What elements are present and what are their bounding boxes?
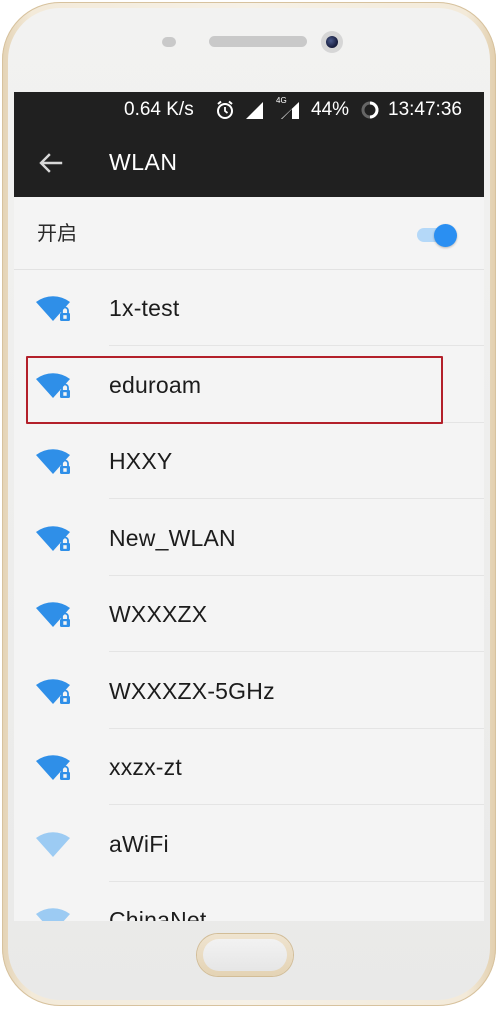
home-button-surface xyxy=(203,939,287,971)
network-item[interactable]: WXXXZX-5GHz xyxy=(14,653,484,729)
network-ssid: WXXXZX xyxy=(109,601,208,627)
network-item[interactable]: aWiFi xyxy=(14,806,484,882)
network-item[interactable]: HXXY xyxy=(14,423,484,499)
network-ssid: aWiFi xyxy=(109,830,169,857)
cell-signal-icon xyxy=(279,92,303,128)
wifi-lock-icon xyxy=(36,525,70,551)
front-camera xyxy=(321,31,343,53)
network-ssid: xxzx-zt xyxy=(109,754,182,780)
network-ssid: New_WLAN xyxy=(109,524,236,551)
wifi-lock-icon xyxy=(36,678,70,704)
wifi-lock-icon xyxy=(36,449,70,474)
network-ssid: HXXY xyxy=(109,448,173,474)
network-item[interactable]: xxzx-zt xyxy=(14,729,484,805)
wlan-toggle-row[interactable]: 开启 xyxy=(14,197,484,270)
network-ssid: ChinaNet xyxy=(109,907,207,921)
network-item[interactable]: New_WLAN xyxy=(14,500,484,576)
cell-signal-icon xyxy=(244,92,266,128)
network-ssid: 1x-test xyxy=(109,295,180,321)
wifi-lock-icon xyxy=(36,296,70,321)
app-bar: WLAN xyxy=(14,128,484,197)
earpiece-speaker xyxy=(209,36,307,47)
wifi-icon xyxy=(36,831,70,857)
battery-ring-icon xyxy=(360,92,382,128)
wifi-icon xyxy=(36,908,70,921)
network-speed: 0.64 K/s xyxy=(124,99,194,120)
clock: 13:47:36 xyxy=(388,99,462,120)
page-title: WLAN xyxy=(109,149,178,175)
back-button[interactable] xyxy=(34,146,68,180)
network-item[interactable]: 1x-test xyxy=(14,270,484,346)
battery-percent: 44% xyxy=(311,99,350,120)
arrow-left-icon xyxy=(39,153,63,173)
proximity-sensor xyxy=(162,37,176,47)
wlan-switch[interactable] xyxy=(417,224,457,247)
wlan-toggle-label: 开启 xyxy=(37,221,77,245)
highlight-box xyxy=(26,356,443,424)
status-bar: 0.64 K/s 4G 44% 13:47:36 xyxy=(14,92,484,128)
switch-thumb xyxy=(434,224,457,247)
network-item[interactable]: WXXXZX xyxy=(14,576,484,652)
wifi-lock-icon xyxy=(36,602,70,627)
phone-screen: 0.64 K/s 4G 44% 13:47:36 WLAN 开启 1x-test… xyxy=(14,92,484,921)
wifi-lock-icon xyxy=(36,755,70,780)
home-button[interactable] xyxy=(197,934,293,976)
network-item[interactable]: ChinaNet xyxy=(14,882,484,921)
network-ssid: WXXXZX-5GHz xyxy=(109,677,275,704)
alarm-clock-icon xyxy=(214,92,236,128)
